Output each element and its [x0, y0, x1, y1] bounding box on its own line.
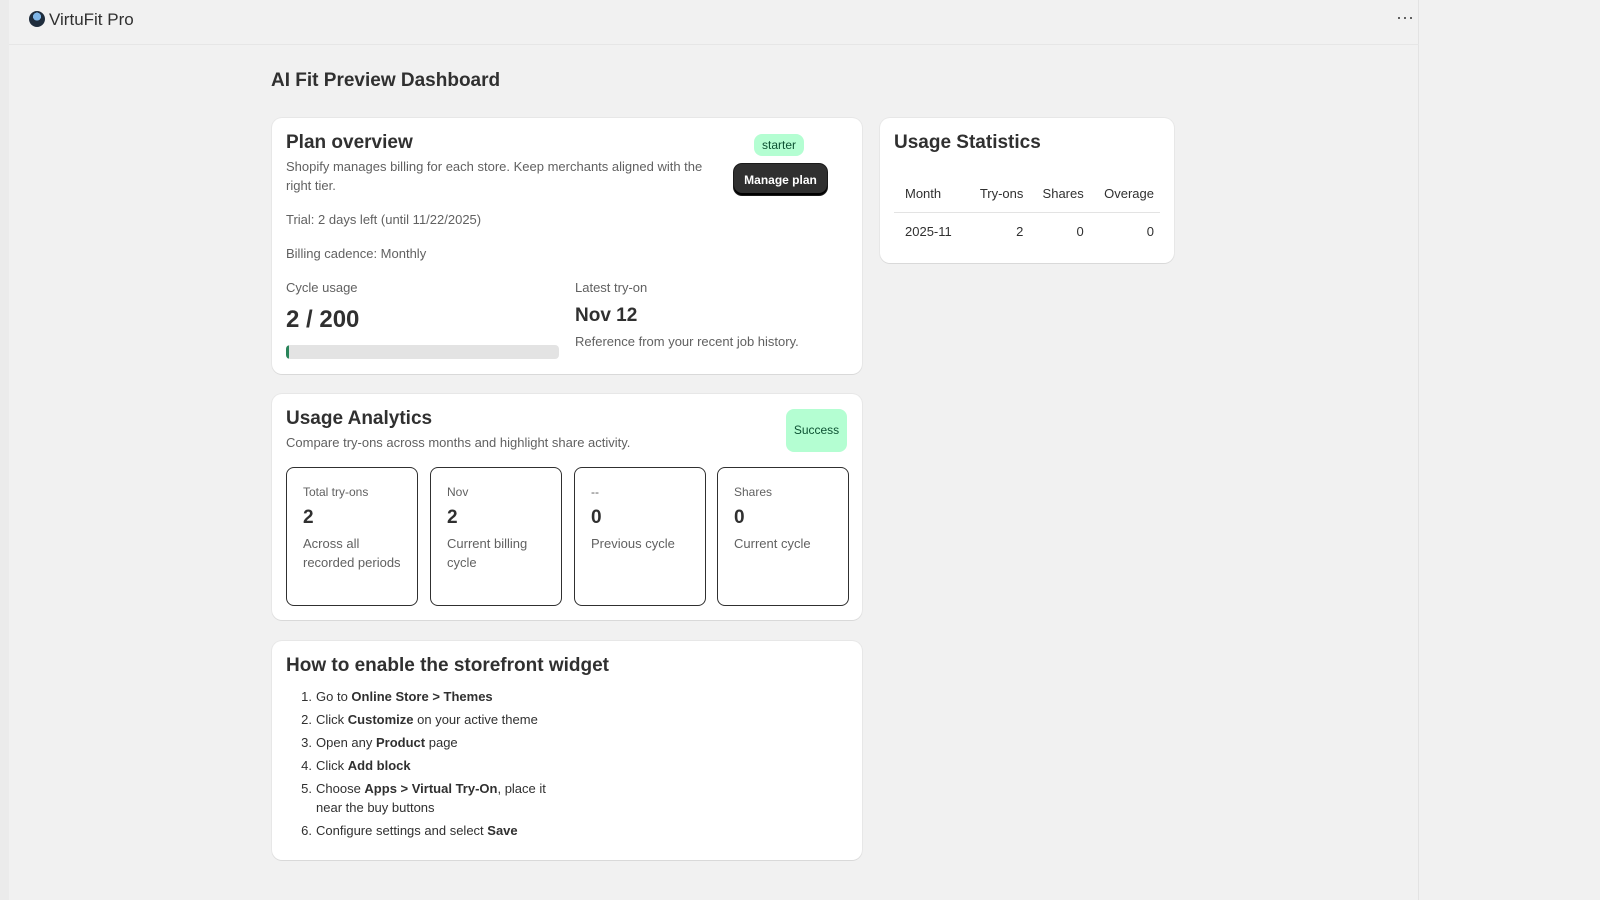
list-item: 6. Configure settings and select Save	[301, 823, 518, 838]
stat-previous-cycle: -- 0 Previous cycle	[574, 467, 706, 606]
stat-value: 2	[303, 507, 314, 528]
table-header-row: Month Try-ons Shares Overage	[894, 176, 1160, 213]
page-title: AI Fit Preview Dashboard	[271, 70, 501, 91]
app-title: VirtuFit Pro	[49, 10, 134, 29]
list-item: 1. Go to Online Store > Themes	[301, 689, 493, 704]
widget-instructions-title: How to enable the storefront widget	[286, 655, 610, 676]
stat-value: 0	[591, 507, 602, 528]
plan-overview-title: Plan overview	[286, 132, 413, 153]
app-frame: VirtuFit Pro ··· AI Fit Preview Dashboar…	[9, 0, 1419, 900]
status-badge: Success	[786, 409, 847, 452]
stat-shares: Shares 0 Current cycle	[717, 467, 849, 606]
stat-label: Nov	[447, 485, 469, 499]
storefront-widget-card: How to enable the storefront widget 1. Go…	[272, 641, 862, 860]
trial-status: Trial: 2 days left (until 11/22/2025)	[286, 212, 482, 227]
stat-label: --	[591, 485, 599, 499]
usage-analytics-description: Compare try-ons across months and highli…	[286, 435, 631, 450]
ellipsis-icon[interactable]: ···	[1393, 8, 1417, 32]
column-header: Month	[894, 176, 967, 213]
latest-tryon-description: Reference from your recent job history.	[575, 334, 799, 349]
usage-analytics-card: Usage Analytics Compare try-ons across m…	[272, 394, 862, 620]
cycle-usage-value: 2 / 200	[286, 306, 360, 333]
stat-subtext: Current billing cycle	[447, 536, 528, 570]
plan-overview-card: Plan overview Shopify manages billing fo…	[272, 118, 862, 374]
app-topbar: VirtuFit Pro ···	[9, 0, 1419, 45]
list-item: 3. Open any Product page	[301, 735, 458, 750]
table-cell: 2025-11	[905, 223, 952, 239]
list-item: 2. Click Customize on your active theme	[301, 712, 538, 727]
stat-subtext: Across all recorded periods	[303, 536, 401, 570]
usage-statistics-table: Month Try-ons Shares Overage 2025-11 2 0…	[894, 176, 1160, 250]
column-header: Try-ons	[966, 176, 1030, 213]
cycle-usage-progress	[286, 345, 559, 359]
plan-tier-badge: starter	[754, 134, 805, 156]
table-cell: 0	[1076, 223, 1084, 239]
app-logo-icon	[29, 11, 45, 27]
widget-steps-list: 1. Go to Online Store > Themes 2. Click Cu…	[286, 687, 556, 844]
left-edge	[0, 0, 9, 900]
stat-subtext: Previous cycle	[591, 536, 675, 551]
right-gutter	[1420, 0, 1600, 900]
manage-plan-button[interactable]: Manage plan	[734, 164, 827, 195]
column-header: Overage	[1089, 176, 1160, 213]
plan-description: Shopify manages billing for each store. …	[286, 159, 703, 193]
usage-statistics-title: Usage Statistics	[894, 132, 1041, 153]
stat-value: 2	[447, 507, 458, 528]
list-item: 4. Click Add block	[301, 758, 411, 773]
usage-analytics-title: Usage Analytics	[286, 408, 433, 429]
table-cell: 0	[1146, 223, 1154, 239]
table-cell: 2	[1016, 223, 1024, 239]
cycle-usage-progress-fill	[286, 345, 289, 359]
latest-tryon-value: Nov 12	[575, 305, 638, 326]
stat-subtext: Current cycle	[734, 536, 811, 551]
table-row: 2025-11 2 0 0	[894, 212, 1160, 250]
cycle-usage-label: Cycle usage	[286, 280, 358, 295]
latest-tryon-label: Latest try-on	[575, 280, 648, 295]
stat-current-month: Nov 2 Current billing cycle	[430, 467, 562, 606]
stat-value: 0	[734, 507, 745, 528]
column-header: Shares	[1029, 176, 1090, 213]
list-item: 5. Choose Apps > Virtual Try-On, place it…	[301, 781, 546, 815]
billing-cadence: Billing cadence: Monthly	[286, 246, 427, 261]
stat-label: Shares	[734, 485, 773, 499]
stat-total-tryons: Total try-ons 2 Across all recorded peri…	[286, 467, 418, 606]
usage-statistics-card: Usage Statistics Month Try-ons Shares Ov…	[880, 118, 1174, 263]
stat-label: Total try-ons	[303, 485, 369, 499]
